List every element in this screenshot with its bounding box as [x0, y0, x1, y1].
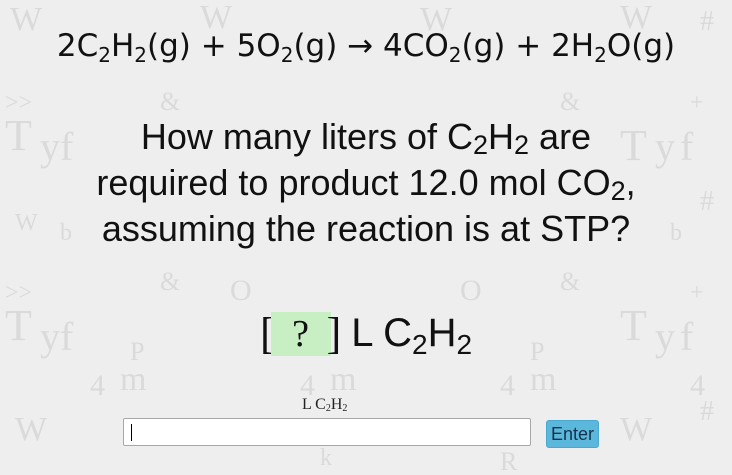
label-fragment: H: [330, 396, 343, 413]
equation-subscript: 2: [448, 43, 462, 67]
svg-text:&: &: [160, 87, 180, 116]
question-text: How many liters of C2H2 are required to …: [40, 114, 692, 252]
unit-subscript: 2: [412, 329, 428, 360]
text-cursor: [131, 424, 132, 441]
unit-fragment: H: [427, 311, 457, 355]
question-subscript: 2: [472, 130, 489, 160]
question-subscript: 2: [610, 176, 626, 206]
label-subscript: 2: [342, 403, 348, 414]
equation-text: (g) + 5O: [147, 28, 281, 64]
chemical-equation: 2C2H2(g) + 5O2(g) → 4CO2(g) + 2H2O(g): [0, 28, 732, 67]
svg-text:+: +: [690, 280, 704, 306]
answer-blank: ?: [270, 311, 331, 356]
question-fragment: How many liters of C: [140, 116, 473, 157]
svg-text:m: m: [120, 361, 146, 398]
answer-input[interactable]: [123, 418, 531, 446]
answer-template: [?] L C2H2: [0, 308, 732, 359]
input-unit-label: L C2H2: [302, 396, 347, 414]
label-fragment: L C: [302, 396, 326, 413]
equation-text: (g) → 4CO: [293, 28, 449, 64]
svg-text:&: &: [560, 267, 580, 296]
equation-text: O(g): [606, 28, 676, 64]
unit-fragment: L C: [351, 311, 413, 355]
close-bracket: ]: [326, 309, 342, 358]
svg-text:>>: >>: [5, 280, 32, 306]
svg-text:#: #: [700, 396, 714, 427]
svg-text:O: O: [460, 274, 482, 307]
question-line-1: How many liters of C2H2 are: [40, 114, 692, 160]
equation-subscript: 2: [98, 43, 111, 67]
svg-text:4: 4: [90, 369, 105, 402]
equation-text: H: [110, 28, 135, 64]
svg-text:#: #: [700, 186, 714, 217]
svg-text:k: k: [320, 445, 332, 471]
svg-text:W: W: [15, 411, 48, 448]
svg-text:4: 4: [500, 369, 515, 402]
svg-text:T: T: [5, 111, 32, 160]
answer-unit: L C2H2: [351, 311, 472, 359]
svg-text:O: O: [230, 274, 252, 307]
svg-text:+: +: [690, 90, 704, 116]
question-line-3: assuming the reaction is at STP?: [101, 208, 631, 249]
svg-text:W: W: [620, 411, 653, 448]
equation-subscript: 2: [280, 43, 294, 67]
question-fragment: are: [529, 116, 592, 157]
svg-text:>>: >>: [5, 90, 32, 116]
svg-text:&: &: [560, 87, 580, 116]
equation-subscript: 2: [134, 43, 148, 67]
svg-text:m: m: [530, 361, 556, 398]
unit-subscript: 2: [456, 329, 473, 360]
equation-subscript: 2: [594, 43, 607, 67]
question-fragment: ,: [625, 162, 636, 203]
svg-text:m: m: [330, 361, 356, 398]
equation-text: 2C: [56, 28, 99, 64]
question-line-2: required to product 12.0 mol CO2,: [40, 160, 692, 206]
svg-text:R: R: [500, 447, 518, 475]
question-fragment: required to product 12.0 mol CO: [96, 162, 611, 203]
svg-text:W: W: [15, 210, 38, 236]
question-fragment: H: [488, 116, 515, 157]
svg-text:&: &: [160, 267, 180, 296]
question-subscript: 2: [514, 130, 530, 160]
enter-button[interactable]: Enter: [546, 420, 599, 448]
equation-text: (g) + 2H: [461, 28, 595, 64]
